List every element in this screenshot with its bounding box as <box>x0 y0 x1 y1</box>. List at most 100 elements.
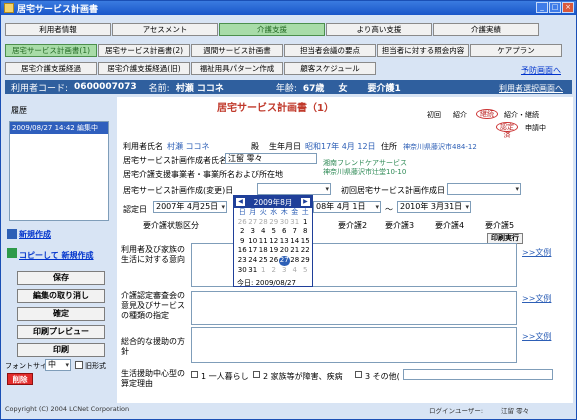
calendar-day[interactable]: 26 <box>237 218 248 228</box>
nav-user-info[interactable]: 利用者情報 <box>5 23 111 36</box>
calendar-day[interactable]: 8 <box>300 227 311 237</box>
tab-plan-2[interactable]: 居宅サービス計画書(2) <box>98 44 190 57</box>
calendar-day[interactable]: 4 <box>290 266 301 276</box>
opinion-textarea[interactable] <box>191 291 517 325</box>
print-preview-button[interactable]: 印刷プレビュー <box>17 325 105 339</box>
calendar-day[interactable]: 3 <box>279 266 290 276</box>
calendar-day[interactable]: 31 <box>248 266 259 276</box>
calendar-day[interactable]: 18 <box>258 246 269 256</box>
history-item[interactable]: 2009/08/27 14:42 編集中 <box>10 122 108 134</box>
prev-month-icon[interactable]: ◀ <box>236 198 245 206</box>
calendar-day[interactable]: 19 <box>269 246 280 256</box>
delete-button[interactable]: 削除 <box>7 373 33 385</box>
user-select-link[interactable]: 利用者選択画面へ <box>499 83 563 94</box>
calendar-day[interactable]: 29 <box>269 218 280 228</box>
calendar-day[interactable]: 2 <box>237 227 248 237</box>
calendar-day[interactable]: 4 <box>258 227 269 237</box>
calendar-day[interactable]: 10 <box>248 237 259 247</box>
care-level-5[interactable]: 要介護5 <box>485 220 514 231</box>
status-referral[interactable]: 紹介 <box>453 110 467 120</box>
status-initial[interactable]: 初回 <box>427 110 441 120</box>
calendar-day[interactable]: 27 <box>248 218 259 228</box>
care-level-2[interactable]: 要介護2 <box>338 220 367 231</box>
example-link-1[interactable]: >>文例 <box>522 247 551 258</box>
care-level-4[interactable]: 要介護4 <box>435 220 464 231</box>
first-created-select[interactable] <box>447 183 521 195</box>
status-referral-continue[interactable]: 紹介・継続 <box>504 110 539 120</box>
calendar-today[interactable]: 今日: 2009/08/27 <box>237 278 296 288</box>
calendar-day[interactable]: 1 <box>300 218 311 228</box>
calendar-day[interactable]: 7 <box>290 227 301 237</box>
reason-checkbox-3[interactable] <box>355 371 362 378</box>
calendar-day[interactable]: 3 <box>248 227 259 237</box>
cert-date-select[interactable]: 2007年 4月25日 <box>153 201 227 213</box>
creator-input[interactable]: 江留 零々 <box>225 153 317 164</box>
copy-create-link[interactable]: コピーして 新規作成 <box>19 250 94 261</box>
valid-from-select[interactable]: 08年 4月 1日 <box>313 201 381 213</box>
nav-care-record[interactable]: 介護実績 <box>433 23 539 36</box>
calendar-day[interactable]: 11 <box>258 237 269 247</box>
tab-inquiry[interactable]: 担当者に対する照会内容 <box>377 44 469 57</box>
calendar-day[interactable]: 30 <box>279 218 290 228</box>
calendar-day[interactable]: 13 <box>279 237 290 247</box>
calendar-day[interactable]: 12 <box>269 237 280 247</box>
forecast-screen-link[interactable]: 予防画面へ <box>521 65 561 76</box>
calendar-day[interactable]: 17 <box>248 246 259 256</box>
status-selected-marker[interactable]: 継続 <box>476 109 498 119</box>
calendar-day[interactable]: 5 <box>269 227 280 237</box>
calendar-day[interactable]: 28 <box>290 256 301 266</box>
calendar-day[interactable]: 9 <box>237 237 248 247</box>
nav-care-support[interactable]: 介護支援 <box>219 23 325 36</box>
history-list[interactable]: 2009/08/27 14:42 編集中 <box>9 121 109 221</box>
cert-status-certified[interactable]: 認定済 <box>496 122 518 139</box>
calendar-day[interactable]: 1 <box>258 266 269 276</box>
calendar-day[interactable]: 30 <box>237 266 248 276</box>
cert-status-applying[interactable]: 申請中 <box>525 123 546 133</box>
nav-assessment[interactable]: アセスメント <box>112 23 218 36</box>
valid-to-select[interactable]: 2010年 3月31日 <box>397 201 471 213</box>
minimize-button[interactable]: _ <box>536 2 548 13</box>
next-month-icon[interactable]: ▶ <box>300 198 310 206</box>
reason-other-input[interactable] <box>403 369 553 380</box>
calendar-day[interactable]: 20 <box>279 246 290 256</box>
confirm-button[interactable]: 確定 <box>17 307 105 321</box>
new-create-link[interactable]: 新規作成 <box>19 229 51 240</box>
tab-customer-schedule[interactable]: 顧客スケジュール <box>284 62 376 75</box>
tab-equipment-pattern[interactable]: 福祉用具パターン作成 <box>191 62 283 75</box>
calendar-day[interactable]: 29 <box>300 256 311 266</box>
calendar-day[interactable]: 26 <box>269 256 280 266</box>
calendar-day[interactable]: 28 <box>258 218 269 228</box>
close-button[interactable]: × <box>562 2 574 13</box>
example-link-3[interactable]: >>文例 <box>522 331 551 342</box>
tab-plan-1[interactable]: 居宅サービス計画書(1) <box>5 44 97 57</box>
calendar-day[interactable]: 23 <box>237 256 248 266</box>
maximize-button[interactable]: □ <box>549 2 561 13</box>
calendar-day[interactable]: 15 <box>300 237 311 247</box>
calendar-day[interactable]: 24 <box>248 256 259 266</box>
reason-checkbox-1[interactable] <box>191 371 198 378</box>
calendar-day[interactable]: 27 <box>279 255 290 266</box>
nav-higher-support[interactable]: より高い支援 <box>326 23 432 36</box>
policy-textarea[interactable] <box>191 327 517 363</box>
calendar-day[interactable]: 5 <box>300 266 311 276</box>
calendar-day[interactable]: 14 <box>290 237 301 247</box>
care-level-3[interactable]: 要介護3 <box>385 220 414 231</box>
created-date-select[interactable] <box>257 183 331 195</box>
tab-support-progress-old[interactable]: 居宅介護支援経過(旧) <box>98 62 190 75</box>
calendar-day[interactable]: 21 <box>290 246 301 256</box>
font-size-select[interactable]: 中 <box>45 359 71 371</box>
calendar-day[interactable]: 6 <box>279 227 290 237</box>
example-link-2[interactable]: >>文例 <box>522 293 551 304</box>
print-button[interactable]: 印刷 <box>17 343 105 357</box>
cancel-edit-button[interactable]: 編集の取り消し <box>17 289 105 303</box>
calendar-day[interactable]: 25 <box>258 256 269 266</box>
tab-care-plan[interactable]: ケアプラン <box>470 44 562 57</box>
calendar-day[interactable]: 2 <box>269 266 280 276</box>
calendar-day[interactable]: 16 <box>237 246 248 256</box>
tab-support-progress[interactable]: 居宅介護支援経過 <box>5 62 97 75</box>
calendar-day[interactable]: 31 <box>290 218 301 228</box>
reason-checkbox-2[interactable] <box>253 371 260 378</box>
old-format-checkbox[interactable] <box>75 361 83 369</box>
save-button[interactable]: 保存 <box>17 271 105 285</box>
date-picker-popup[interactable]: ◀ 2009年8月 ▶ 日月火水木金土 26 27 28 29 30 31 1 2 3 4 5 6 7 8 9… <box>233 195 313 287</box>
